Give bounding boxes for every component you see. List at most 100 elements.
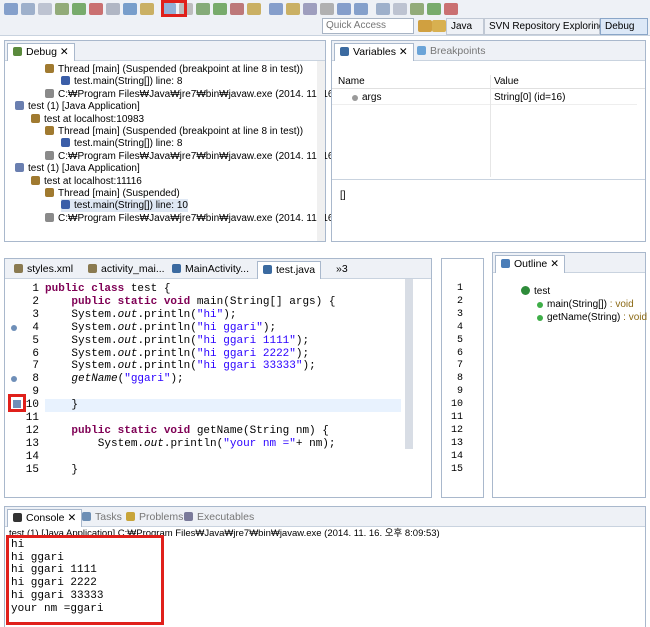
line-number: 15 [25, 463, 39, 476]
toolbar-button-icon[interactable] [303, 3, 317, 15]
toolbar-button-icon[interactable] [230, 3, 244, 15]
tab-variables[interactable]: Variables ✕ [334, 43, 414, 61]
console-icon [13, 513, 22, 522]
debug-tree-item[interactable]: test (1) [Java Application] [15, 100, 140, 113]
toolbar-button-icon[interactable] [106, 3, 120, 15]
code-line[interactable]: System.out.println("your nm ="+ nm); [45, 438, 336, 451]
toolbar-button-icon[interactable] [444, 3, 458, 15]
tab-breakpoints[interactable]: Breakpoints [412, 43, 490, 61]
toolbar-button-icon[interactable] [72, 3, 86, 15]
method-icon [537, 315, 543, 321]
java-perspective-icon[interactable] [432, 20, 446, 32]
toolbar-button-icon[interactable] [196, 3, 210, 15]
debug-tree-item[interactable]: test (1) [Java Application] [15, 162, 140, 175]
debug-tree-item[interactable]: Thread [main] (Suspended) [45, 187, 180, 200]
method-icon [537, 302, 543, 308]
minimap-line-number: 7 [456, 360, 463, 372]
editor-scrollbar[interactable] [405, 279, 413, 449]
minimap-view: 1 2 3 4 5 6 7 8 9 10 11 12 13 14 15 [441, 258, 484, 498]
toolbar-button-icon[interactable] [140, 3, 154, 15]
debug-tree-item[interactable]: Thread [main] (Suspended (breakpoint at … [45, 63, 303, 76]
debug-tree-item[interactable]: test at localhost:10983 [31, 113, 144, 126]
line-number: 2 [32, 295, 39, 308]
launch-icon [15, 163, 24, 173]
outline-method-main[interactable]: main(String[]) : void [537, 298, 634, 311]
toolbar-button-icon[interactable] [123, 3, 137, 15]
perspective-svn[interactable]: SVN Repository Exploring [484, 18, 605, 35]
perspective-java[interactable]: Java [446, 18, 484, 35]
tasks-icon [82, 512, 91, 521]
debug-tree-item[interactable]: Thread [main] (Suspended (breakpoint at … [45, 125, 303, 138]
toolbar-button-icon[interactable] [269, 3, 283, 15]
toolbar-button-icon[interactable] [89, 3, 103, 15]
code-line[interactable]: getName("ggari"); [45, 373, 183, 386]
outline-method-getname[interactable]: getName(String) : void [537, 311, 647, 324]
tab-editor-file[interactable]: styles.xml [9, 261, 78, 279]
variable-row[interactable]: args String[0] (id=16) [332, 91, 637, 105]
toolbar-button-icon[interactable] [38, 3, 52, 15]
code-line[interactable]: System.out.println("hi ggari 1111"); [45, 335, 309, 348]
tab-editor-file[interactable]: »3 [331, 261, 353, 279]
debug-tree-item[interactable]: test at localhost:11116 [31, 175, 142, 188]
tab-debug[interactable]: Debug ✕ [7, 43, 75, 61]
breakpoint-icon[interactable] [11, 324, 17, 331]
toolbar-button-icon[interactable] [286, 3, 300, 15]
toolbar-button-icon[interactable] [337, 3, 351, 15]
line-number: 6 [32, 347, 39, 360]
code-line[interactable]: System.out.println("hi ggari 33333"); [45, 360, 315, 373]
debug-tree-item[interactable]: test.main(String[]) line: 8 [61, 137, 182, 150]
perspective-debug[interactable]: Debug [600, 18, 648, 35]
toolbar-button-icon[interactable] [376, 3, 390, 15]
line-number: 8 [32, 373, 39, 386]
debug-scrollbar[interactable] [317, 61, 325, 241]
column-name[interactable]: Name [338, 75, 365, 88]
column-value[interactable]: Value [494, 75, 519, 88]
file-icon [14, 264, 23, 273]
tab-editor-file[interactable]: activity_mai... [83, 261, 170, 279]
toolbar-button-icon[interactable] [247, 3, 261, 15]
quick-access-input[interactable]: Quick Access [322, 18, 414, 34]
field-icon [352, 95, 358, 101]
toolbar-button-icon[interactable] [21, 3, 35, 15]
code-line[interactable]: System.out.println("hi ggari"); [45, 322, 276, 335]
tab-editor-file[interactable]: test.java [257, 261, 322, 279]
code-line[interactable]: System.out.println("hi"); [45, 309, 236, 322]
outline-icon [501, 259, 510, 268]
line-number: 4 [32, 321, 39, 334]
minimap-line-number: 13 [450, 437, 463, 449]
bug-icon [13, 47, 22, 56]
toolbar-button-icon[interactable] [320, 3, 334, 15]
code-line[interactable]: public static void main(String[] args) { [45, 296, 335, 309]
tab-executables[interactable]: Executables [179, 509, 259, 527]
toolbar-button-icon[interactable] [213, 3, 227, 15]
debug-tree-item[interactable]: test.main(String[]) line: 8 [61, 75, 182, 88]
outline-class-test[interactable]: test [521, 285, 550, 298]
tab-outline[interactable]: Outline ✕ [495, 255, 565, 273]
tab-editor-file[interactable]: MainActivity... [167, 261, 254, 279]
line-number: 11 [25, 412, 39, 424]
code-line[interactable]: public class test { [45, 283, 170, 296]
minimap-line-number: 1 [456, 283, 463, 294]
debug-view: Debug ✕ Thread [main] (Suspended (breakp… [4, 40, 374, 242]
toolbar-button-icon[interactable] [354, 3, 368, 15]
minimap-line-number: 4 [456, 321, 463, 333]
toolbar-button-icon[interactable] [410, 3, 424, 15]
code-line[interactable]: } [45, 464, 78, 477]
toolbar-button-icon[interactable] [393, 3, 407, 15]
tab-tasks[interactable]: Tasks [77, 509, 127, 527]
tab-console[interactable]: Console ✕ [7, 509, 83, 527]
minimap-line-number: 14 [450, 450, 463, 462]
problems-icon [126, 512, 135, 521]
target-icon [31, 175, 40, 185]
toolbar-button-icon[interactable] [55, 3, 69, 15]
toolbar-button-icon[interactable] [4, 3, 18, 15]
code-line[interactable]: System.out.println("hi ggari 2222"); [45, 348, 309, 361]
code-line[interactable]: public static void getName(String nm) { [45, 425, 328, 438]
toolbar-button-icon[interactable] [427, 3, 441, 15]
outline-view: Outline ✕ test main(String[]) : void get… [492, 252, 647, 498]
debug-tree-item[interactable]: test.main(String[]) line: 10 [61, 199, 188, 213]
minimap-line-number: 8 [456, 373, 463, 385]
open-perspective-icon[interactable] [418, 20, 432, 32]
minimap-line-number: 5 [456, 334, 463, 346]
code-line[interactable]: } [45, 399, 401, 413]
